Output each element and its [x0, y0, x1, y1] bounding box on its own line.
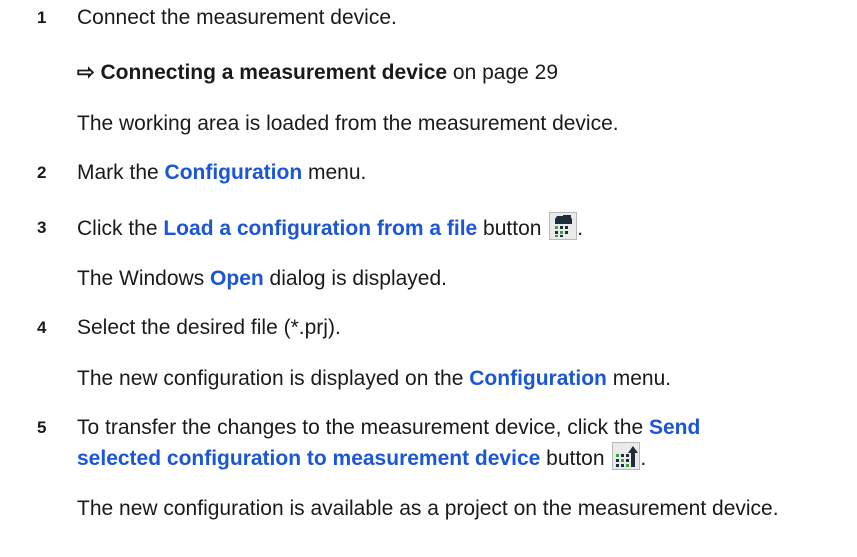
arrow-icon: ⇨	[77, 61, 95, 84]
step-number: 2	[37, 163, 47, 182]
button-name-part-1: Send	[648, 416, 701, 439]
menu-name: Configuration	[164, 161, 303, 184]
step-text-post: button	[477, 217, 542, 240]
step-number: 3	[37, 218, 47, 237]
cross-reference-title[interactable]: Connecting a measurement device	[100, 61, 447, 84]
step-result: The new configuration is displayed on th…	[77, 363, 671, 394]
step-result: The new configuration is available as a …	[77, 497, 779, 520]
step-text-post: button	[540, 447, 605, 470]
step-text-post: menu.	[302, 161, 367, 184]
step-text-pre: Mark the	[77, 161, 165, 184]
step-text-end: .	[577, 217, 584, 240]
cross-reference[interactable]: ⇨ Connecting a measurement device on pag…	[77, 57, 558, 88]
step-number: 1	[37, 8, 47, 27]
step-text: Connect the measurement device.	[77, 6, 397, 29]
result-post: menu.	[606, 367, 672, 390]
dialog-name: Open	[210, 267, 264, 290]
send-configuration-icon	[612, 442, 641, 470]
button-name: Load a configuration from a file	[163, 217, 478, 240]
load-configuration-icon	[549, 212, 578, 240]
step-text-line-1: To transfer the changes to the measureme…	[77, 412, 700, 443]
step-text-end: .	[640, 447, 647, 470]
result-pre: The new configuration is displayed on th…	[77, 367, 470, 390]
cross-reference-page: on page 29	[447, 61, 559, 84]
step-number: 4	[37, 318, 47, 337]
step-text: Mark the Configuration menu.	[77, 157, 366, 188]
menu-name: Configuration	[469, 367, 607, 390]
step-result: The Windows Open dialog is displayed.	[77, 263, 447, 294]
step-text: Click the Load a configuration from a fi…	[77, 212, 583, 244]
step-text-pre: To transfer the changes to the measureme…	[77, 416, 649, 439]
step-result: The working area is loaded from the meas…	[77, 112, 619, 135]
result-pre: The Windows	[77, 267, 211, 290]
step-text-pre: Click the	[77, 217, 164, 240]
button-name-part-2: selected configuration to measurement de…	[77, 447, 541, 470]
step-text-line-2: selected configuration to measurement de…	[77, 442, 646, 474]
result-post: dialog is displayed.	[263, 267, 447, 290]
step-number: 5	[37, 418, 47, 437]
step-text: Select the desired file (*.prj).	[77, 316, 341, 339]
